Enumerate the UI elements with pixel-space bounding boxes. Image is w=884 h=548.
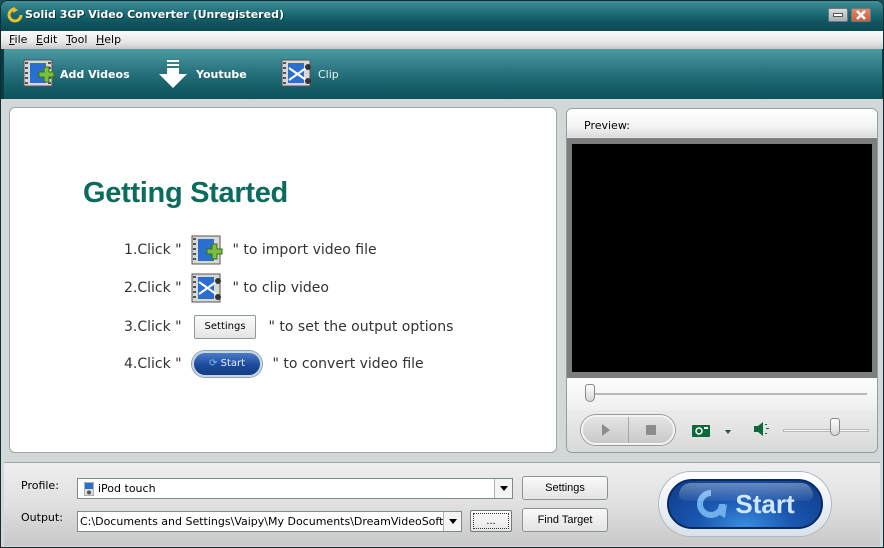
close-button[interactable] xyxy=(851,8,871,22)
youtube-button[interactable]: Youtube xyxy=(156,57,247,91)
play-button[interactable] xyxy=(583,417,628,443)
menu-help[interactable]: Help xyxy=(96,33,121,46)
menu-edit-mnemonic: E xyxy=(36,33,43,46)
video-screen xyxy=(572,144,872,372)
speaker-icon[interactable] xyxy=(754,422,770,436)
refresh-icon: ⟳ xyxy=(209,358,218,369)
output-dropdown-button[interactable] xyxy=(443,512,461,531)
download-arrow-icon xyxy=(159,60,187,88)
start-button-face: Start xyxy=(667,479,823,529)
menu-file[interactable]: File xyxy=(9,33,27,46)
video-frame xyxy=(567,138,877,378)
getting-started-title: Getting Started xyxy=(83,177,288,209)
step-4-suffix: " to convert video file xyxy=(268,356,424,372)
film-add-icon xyxy=(191,235,223,265)
bottom-bar: Profile: iPod touch Settings Output: C:\… xyxy=(4,462,880,546)
menu-tool[interactable]: Tool xyxy=(66,33,87,46)
menu-edit[interactable]: Edit xyxy=(36,33,57,46)
start-button-illustration: ⟳ Start xyxy=(192,351,263,377)
step-3-prefix: 3.Click " xyxy=(124,319,187,335)
film-scissors-icon xyxy=(281,59,311,87)
start-illustration-label: Start xyxy=(220,358,246,369)
play-icon xyxy=(601,424,610,436)
step-4: 4.Click " ⟳ Start " to convert video fil… xyxy=(124,348,424,380)
clip-label: Clip xyxy=(318,67,339,81)
step-1-prefix: 1.Click " xyxy=(124,242,187,258)
snapshot-dropdown-arrow[interactable] xyxy=(725,430,731,434)
menu-bar: File Edit Tool Help xyxy=(1,31,883,49)
title-bar[interactable]: Solid 3GP Video Converter (Unregistered) xyxy=(1,1,883,31)
close-icon xyxy=(856,10,866,20)
profile-label: Profile: xyxy=(21,479,59,492)
add-videos-button[interactable]: Add Videos xyxy=(22,57,130,91)
settings-button-illustration: Settings xyxy=(194,315,257,339)
menu-tool-label: ool xyxy=(70,33,88,46)
seek-track[interactable] xyxy=(591,393,867,395)
output-label: Output: xyxy=(21,511,63,524)
step-2: 2.Click " " to clip video xyxy=(124,272,329,304)
toolbar: Add Videos Youtube Clip xyxy=(1,49,883,99)
step-1-suffix: " to import video file xyxy=(228,242,377,258)
profile-value: iPod touch xyxy=(98,482,156,495)
preview-header: Preview: xyxy=(567,109,877,137)
find-target-button[interactable]: Find Target xyxy=(522,508,608,532)
step-3-suffix: " to set the output options xyxy=(264,319,454,335)
ipod-icon xyxy=(84,481,94,496)
youtube-label: Youtube xyxy=(196,67,247,81)
playback-controls xyxy=(567,410,877,452)
step-2-prefix: 2.Click " xyxy=(124,280,187,296)
start-button[interactable]: Start xyxy=(659,472,831,536)
preview-panel: Preview: xyxy=(566,108,878,453)
stop-button[interactable] xyxy=(629,417,673,443)
play-stop-group xyxy=(581,415,675,445)
film-add-icon xyxy=(23,59,55,87)
profile-dropdown-button[interactable] xyxy=(494,479,512,498)
step-2-suffix: " to clip video xyxy=(228,280,329,296)
app-logo-icon xyxy=(7,7,23,23)
film-scissors-icon xyxy=(191,273,222,303)
camera-icon[interactable] xyxy=(692,424,710,437)
settings-button[interactable]: Settings xyxy=(522,476,608,500)
chevron-down-icon xyxy=(499,486,508,491)
start-button-gloss xyxy=(679,483,813,501)
step-1: 1.Click " " to import video file xyxy=(124,234,377,266)
step-4-prefix: 4.Click " xyxy=(124,356,187,372)
stop-icon xyxy=(646,425,656,435)
getting-started-panel: Getting Started 1.Click " " to import vi… xyxy=(9,107,557,453)
output-path-value: C:\Documents and Settings\Vaipy\My Docum… xyxy=(80,515,461,528)
minimize-icon xyxy=(833,13,843,17)
minimize-button[interactable] xyxy=(828,8,848,22)
menu-help-label: elp xyxy=(104,33,122,46)
output-path-combo[interactable]: C:\Documents and Settings\Vaipy\My Docum… xyxy=(77,511,462,532)
browse-button[interactable]: ... xyxy=(470,510,512,532)
window-title: Solid 3GP Video Converter (Unregistered) xyxy=(25,8,284,21)
seek-slider-thumb[interactable] xyxy=(585,384,595,402)
chevron-down-icon xyxy=(448,519,457,524)
preview-label: Preview: xyxy=(584,119,630,132)
volume-slider-thumb[interactable] xyxy=(829,418,840,436)
menu-edit-label: dit xyxy=(42,33,58,46)
app-window: Solid 3GP Video Converter (Unregistered)… xyxy=(0,0,884,548)
menu-file-label: ile xyxy=(14,33,28,46)
volume-track[interactable] xyxy=(783,429,869,432)
profile-select[interactable]: iPod touch xyxy=(77,478,513,499)
step-3: 3.Click " Settings " to set the output o… xyxy=(124,311,453,343)
add-videos-label: Add Videos xyxy=(60,67,130,81)
seek-area xyxy=(567,378,877,410)
clip-button[interactable]: Clip xyxy=(280,57,339,91)
